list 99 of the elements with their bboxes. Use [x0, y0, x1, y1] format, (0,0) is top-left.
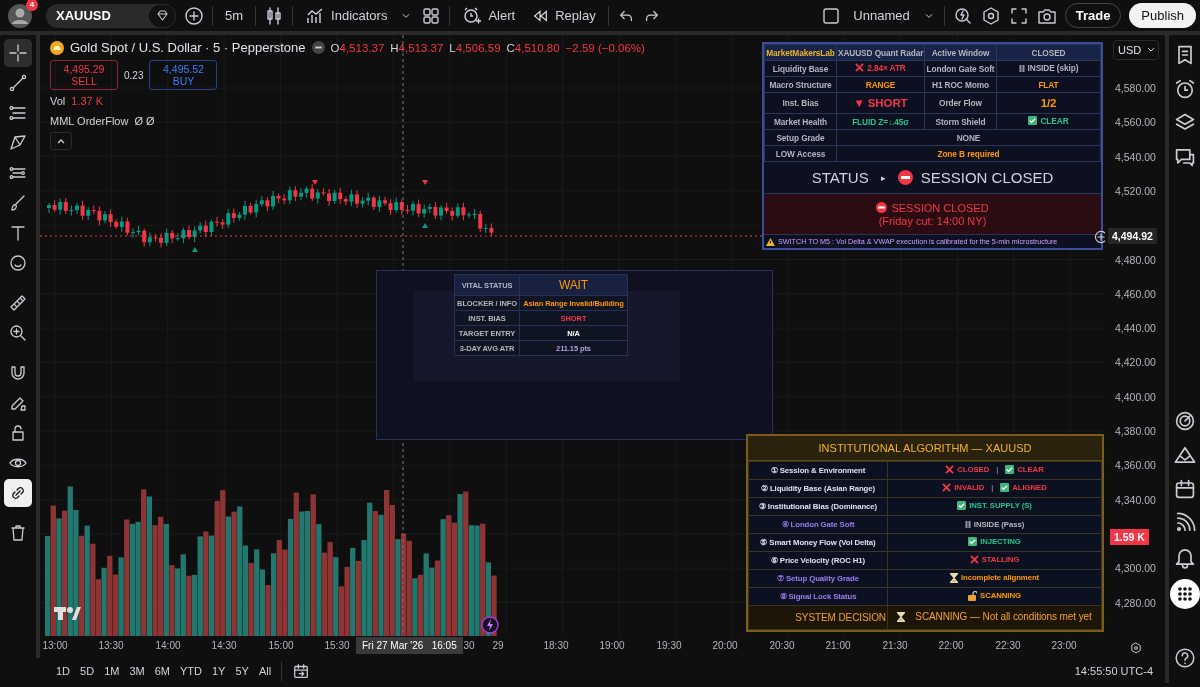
ohlc-value: C4,510.80	[506, 41, 560, 54]
time-label: 22:00	[938, 640, 964, 651]
alert-detail: (Friday cut: 14:00 NY)	[878, 214, 987, 227]
radar-value: FLUID Z=↓.45σ	[852, 116, 909, 127]
time-label: 13:00	[42, 640, 68, 651]
radar-value: INSIDE (skip)	[1027, 63, 1079, 74]
price-label: 4,560.00	[1115, 116, 1156, 129]
time-label: 13:30	[98, 640, 124, 651]
volume-label: Vol	[50, 95, 66, 107]
radar-label: MarketMakersLab	[766, 47, 835, 58]
price-label: 4,580.00	[1115, 82, 1156, 94]
radar-label: H1 ROC Momo	[932, 79, 989, 90]
decision-value: SCANNING — Not all conditions met yet	[915, 611, 1092, 623]
range-button[interactable]: 6M	[154, 664, 170, 677]
radar-value: FLAT	[1038, 79, 1059, 90]
publish-button[interactable]: Publish	[1129, 3, 1196, 28]
time-label: 29	[492, 640, 504, 651]
range-button[interactable]: 1Y	[211, 664, 226, 677]
last-price-tag: 4,494.92	[1108, 228, 1157, 244]
radar-value: RANGE	[865, 79, 896, 90]
radar-label: London Gate Soft	[926, 63, 995, 74]
radar-label: Market Health	[773, 116, 828, 127]
arrow-glyph: ▸	[880, 172, 886, 183]
volume-tag: 1.59 K	[1110, 529, 1149, 545]
radar-value: XAUUSD Quant Radar	[838, 47, 924, 58]
radar-label: Liquidity Base	[772, 63, 829, 74]
price-label: 4,460.00	[1115, 287, 1156, 300]
price-label: 4,440.00	[1115, 322, 1156, 335]
radar-label: Setup Grade	[776, 132, 825, 143]
time-label: 30	[463, 640, 475, 651]
price-change: −2.59 (−0.06%)	[565, 41, 645, 54]
buy-button[interactable]: 4,495.52 BUY	[149, 60, 218, 90]
price-label: 4,360.00	[1115, 459, 1156, 472]
price-label: 4,400.00	[1115, 390, 1156, 403]
radar-value: CLEAR	[1040, 115, 1069, 126]
radar-label: LOW Access	[775, 148, 826, 159]
interval-button[interactable]: 5m	[221, 5, 248, 26]
ohlc-value: O4,513.37	[330, 41, 385, 54]
ohlc-value: L4,506.59	[449, 41, 501, 54]
indicator-name: MML OrderFlow	[50, 115, 129, 127]
time-label: 20:30	[769, 640, 795, 651]
radar-value: NONE	[956, 132, 981, 143]
replay-button[interactable]: Replay	[527, 3, 600, 28]
time-label: 22:30	[995, 640, 1021, 651]
radar-value: Zone B required	[937, 148, 1000, 159]
range-button[interactable]: 5Y	[235, 664, 249, 677]
time-label: 14:30	[211, 640, 237, 651]
radar-label: Active Window	[931, 47, 990, 58]
time-label: 20:00	[712, 640, 738, 651]
range-button[interactable]: 1M	[104, 664, 120, 677]
price-label: 4,480.00	[1115, 253, 1156, 266]
radar-label: Inst. Bias	[782, 98, 819, 108]
radar-value: 1/2	[1040, 97, 1057, 109]
symbol-title: Gold Spot / U.S. Dollar · 5 · Pepperstone	[70, 40, 306, 55]
time-label: 21:30	[882, 640, 908, 651]
price-label: 4,340.00	[1115, 493, 1156, 506]
alert-title: SESSION CLOSED	[891, 201, 989, 214]
spread-value: 0.23	[124, 69, 144, 81]
price-label: 4,540.00	[1115, 150, 1156, 163]
radar-value: 2.84× ATR	[867, 62, 906, 73]
vital-value: WAIT	[558, 278, 589, 292]
time-label: 18:30	[543, 640, 569, 651]
price-label: 4,300.00	[1115, 562, 1156, 575]
time-label: 19:00	[599, 640, 625, 651]
status-label: STATUS	[811, 169, 869, 186]
price-label: 4,380.00	[1115, 425, 1156, 437]
layout-name-button[interactable]: Unnamed	[849, 5, 914, 26]
range-button[interactable]: All	[258, 664, 272, 677]
ohlc-value: H4,513.37	[390, 41, 444, 54]
notification-badge: 4	[26, 0, 38, 11]
sell-button[interactable]: 4,495.29 SELL	[50, 60, 118, 90]
algorithm-title: INSTITUTIONAL ALGORITHM — XAUUSD	[818, 442, 1032, 454]
radar-label: Storm Shield	[935, 116, 986, 127]
range-button[interactable]: YTD	[179, 664, 202, 677]
status-value: SESSION CLOSED	[920, 169, 1054, 186]
range-button[interactable]: 3M	[129, 664, 145, 677]
currency-dropdown[interactable]: USD	[1113, 40, 1159, 60]
radar-label: Order Flow	[939, 98, 982, 108]
decision-label: SYSTEM DECISION	[795, 612, 886, 623]
time-label: 15:30	[324, 640, 350, 651]
time-label: 21:00	[825, 640, 851, 651]
indicator-values: Ø Ø	[134, 115, 155, 127]
clock-text: 14:55:50 UTC-4	[1074, 664, 1153, 677]
crosshair-time-label: Fri 27 Mar '26 16:05	[356, 637, 463, 654]
price-label: 4,280.00	[1115, 596, 1156, 609]
radar-value: ▼ SHORT	[853, 97, 908, 109]
radar-value: CLOSED	[1031, 47, 1066, 58]
range-button[interactable]: 1D	[56, 664, 71, 677]
time-label: 14:00	[155, 640, 181, 651]
indicators-button[interactable]: Indicators	[301, 2, 392, 29]
time-label: 15:00	[268, 640, 294, 651]
volume-value: 1.37 K	[71, 95, 104, 107]
alert-button[interactable]: Alert	[458, 2, 520, 29]
price-label: 4,520.00	[1115, 184, 1156, 197]
range-button[interactable]: 5D	[80, 664, 95, 677]
time-label: 19:30	[656, 640, 682, 651]
radar-label: Macro Structure	[769, 79, 832, 90]
price-label: 4,420.00	[1115, 356, 1156, 369]
time-label: 23:00	[1051, 640, 1077, 651]
